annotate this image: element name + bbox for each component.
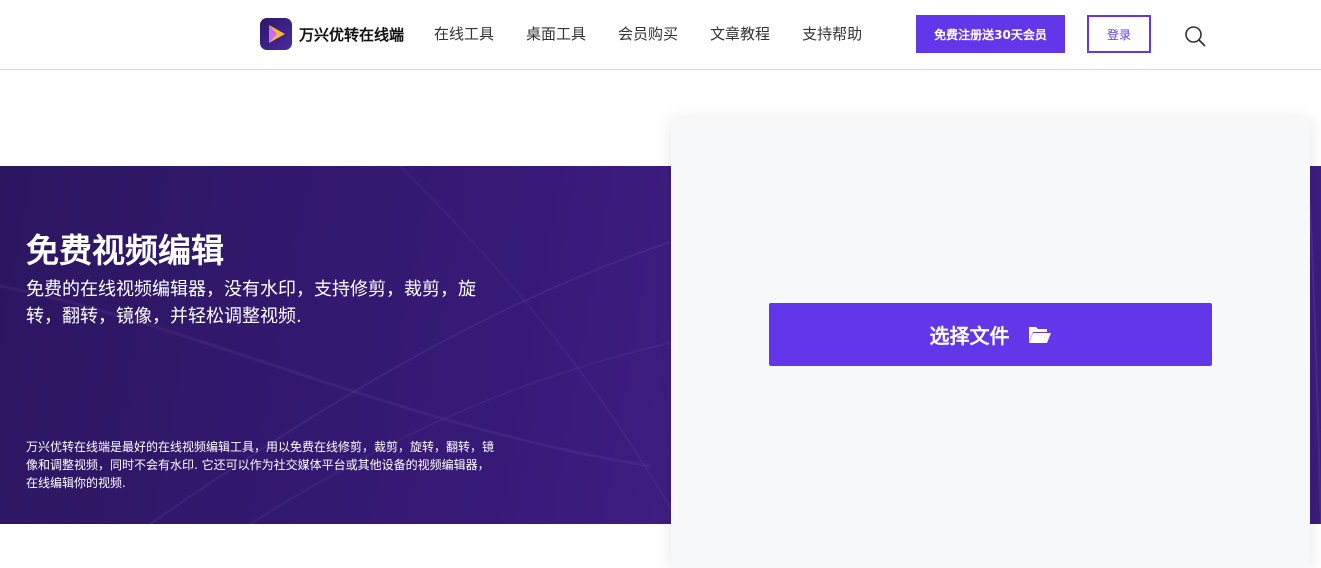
nav-item-online-tools[interactable]: 在线工具 bbox=[434, 24, 494, 44]
choose-file-button[interactable]: 选择文件 bbox=[769, 303, 1212, 366]
folder-open-icon bbox=[1028, 326, 1051, 343]
upload-card: 选择文件 bbox=[671, 118, 1310, 568]
hero-description: 万兴优转在线端是最好的在线视频编辑工具，用以免费在线修剪，裁剪，旋转，翻转，镜像… bbox=[26, 440, 495, 490]
nav-item-desktop-tools[interactable]: 桌面工具 bbox=[526, 24, 586, 44]
nav-item-tutorials[interactable]: 文章教程 bbox=[710, 24, 770, 44]
logo-icon bbox=[260, 18, 292, 50]
register-button[interactable]: 免费注册送30天会员 bbox=[916, 15, 1065, 53]
site-header: 万兴优转在线端 在线工具 桌面工具 会员购买 文章教程 支持帮助 免费注册送30… bbox=[0, 0, 1321, 70]
login-button[interactable]: 登录 bbox=[1087, 15, 1151, 53]
main-nav: 在线工具 桌面工具 会员购买 文章教程 支持帮助 bbox=[434, 24, 894, 44]
nav-item-membership[interactable]: 会员购买 bbox=[618, 24, 678, 44]
search-icon[interactable] bbox=[1183, 24, 1207, 48]
brand[interactable]: 万兴优转在线端 bbox=[260, 18, 404, 50]
brand-name: 万兴优转在线端 bbox=[299, 25, 405, 44]
hero-subtitle: 免费的在线视频编辑器，没有水印，支持修剪，裁剪，旋转，翻转，镜像，并轻松调整视频… bbox=[26, 279, 476, 327]
hero-title: 免费视频编辑 bbox=[26, 231, 224, 270]
choose-file-label: 选择文件 bbox=[929, 324, 1010, 348]
nav-item-support[interactable]: 支持帮助 bbox=[802, 24, 862, 44]
